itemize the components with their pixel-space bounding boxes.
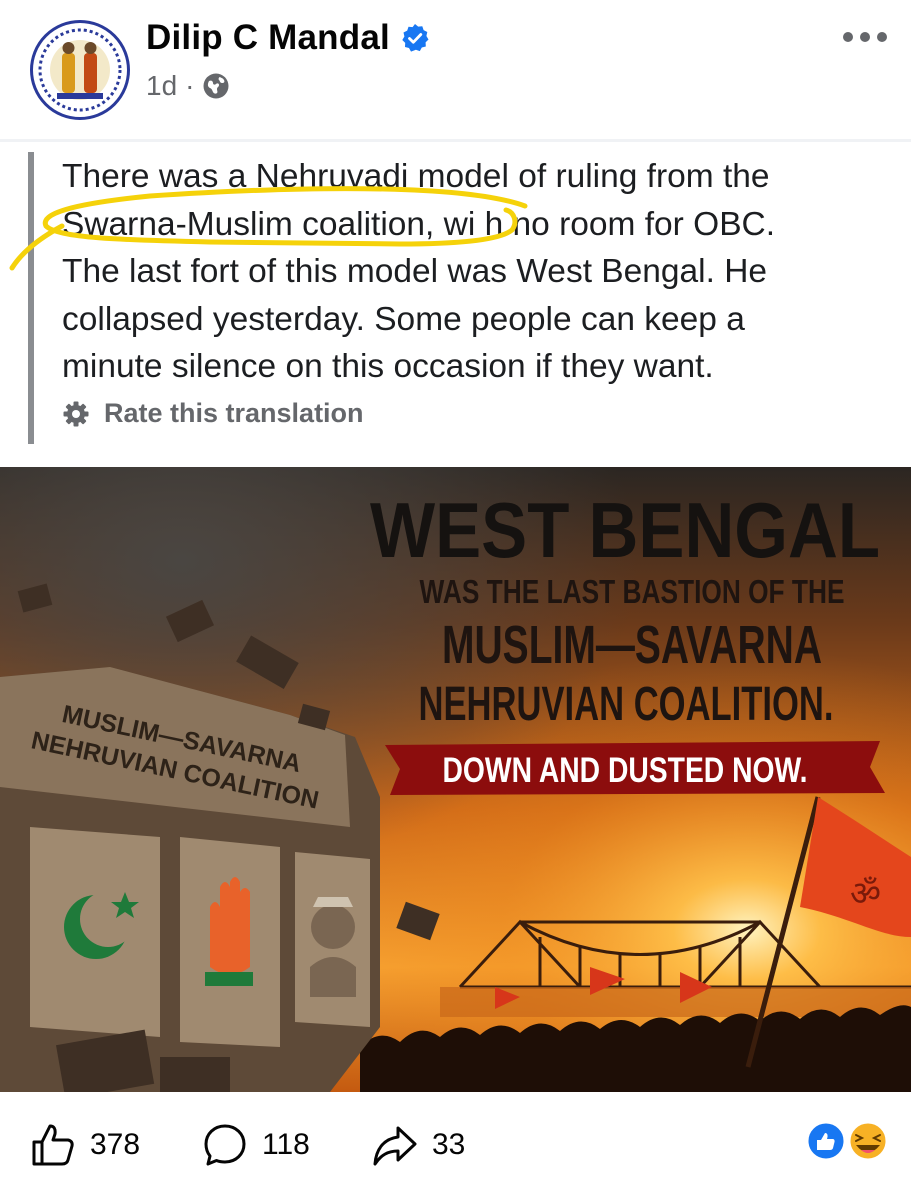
author-row: Dilip C Mandal	[146, 18, 430, 58]
post-meta: 1d ·	[146, 70, 230, 102]
post-text: There was a Nehruvadi model of ruling fr…	[62, 153, 862, 391]
comment-button[interactable]: 118	[202, 1122, 310, 1168]
post-text-line: collapsed yesterday. Some people can kee…	[62, 300, 745, 338]
more-options-icon[interactable]	[842, 30, 888, 44]
poster-graphic: ॐ MUSLIM—SAVARNA NEHRUVIAN COALITION WES…	[0, 467, 911, 1092]
share-count: 33	[432, 1128, 466, 1161]
meta-separator: ·	[185, 70, 195, 101]
poster-line2: MUSLIM—SAVARNA	[442, 615, 822, 675]
comment-icon	[204, 1124, 246, 1166]
post-image[interactable]: ॐ MUSLIM—SAVARNA NEHRUVIAN COALITION WES…	[0, 467, 911, 1092]
verified-icon	[402, 24, 429, 52]
reaction-summary[interactable]	[804, 1120, 890, 1162]
poster-title: WEST BENGAL	[370, 486, 880, 574]
share-button[interactable]: 33	[372, 1122, 465, 1168]
like-count: 378	[90, 1128, 141, 1161]
haha-reaction-icon	[847, 1120, 889, 1162]
flag-symbol: ॐ	[850, 874, 881, 914]
like-button[interactable]: 378	[30, 1122, 140, 1168]
post-time[interactable]: 1d	[146, 70, 177, 102]
rate-translation-label: Rate this translation	[104, 398, 364, 428]
avatar[interactable]	[30, 20, 130, 120]
post-text-line: minute silence on this occasion if they …	[62, 348, 714, 386]
header-divider	[0, 139, 911, 142]
post-text-line: The last fort of this model was West Ben…	[62, 253, 768, 291]
share-icon	[373, 1126, 417, 1166]
quote-bar	[28, 152, 34, 444]
poster-banner-text: DOWN AND DUSTED NOW.	[443, 751, 808, 790]
poster-line1: WAS THE LAST BASTION OF THE	[420, 573, 845, 610]
post-actions: 378 118 33	[0, 1092, 911, 1200]
author-name[interactable]: Dilip C Mandal	[146, 18, 390, 58]
avatar-image	[36, 26, 124, 114]
comment-count: 118	[262, 1128, 310, 1161]
globe-icon	[203, 73, 229, 99]
gear-icon	[63, 401, 89, 426]
like-icon	[32, 1124, 74, 1166]
poster-line3: NEHRUVIAN COALITION.	[419, 678, 834, 731]
post-text-line: There was a Nehruvadi model of ruling fr…	[62, 158, 770, 195]
post-header: Dilip C Mandal 1d ·	[0, 0, 911, 140]
post-text-line: Swarna-Muslim coalition, wi h no room fo…	[62, 205, 776, 243]
rate-translation[interactable]: Rate this translation	[62, 398, 364, 429]
